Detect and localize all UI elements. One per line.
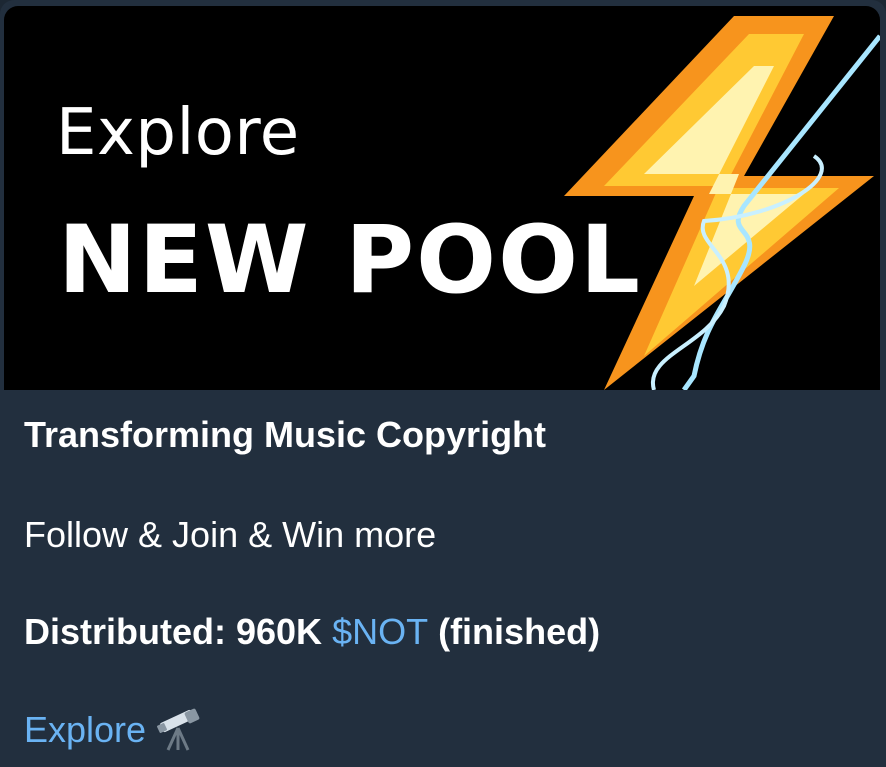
explore-link-label[interactable]: Explore	[24, 709, 146, 751]
message-frame: Explore NEW POOL Transforming Music Copy…	[0, 0, 886, 767]
telescope-icon	[157, 708, 200, 751]
lightning-bolt-icon	[564, 16, 880, 390]
distribution-info: Distributed: 960K $NOT (finished)	[24, 611, 600, 653]
post-subtitle: Follow & Join & Win more	[24, 514, 437, 555]
distributed-label: Distributed: 960K	[24, 611, 333, 652]
banner-explore-text: Explore	[56, 96, 300, 170]
explore-link[interactable]: Explore	[24, 708, 206, 752]
message-card: Explore NEW POOL Transforming Music Copy…	[0, 0, 886, 767]
token-link[interactable]: $NOT	[332, 611, 428, 652]
banner-headline: NEW POOL	[58, 206, 642, 315]
status-text: (finished)	[428, 611, 601, 652]
banner-image[interactable]: Explore NEW POOL	[4, 6, 880, 390]
post-title: Transforming Music Copyright	[24, 414, 547, 455]
